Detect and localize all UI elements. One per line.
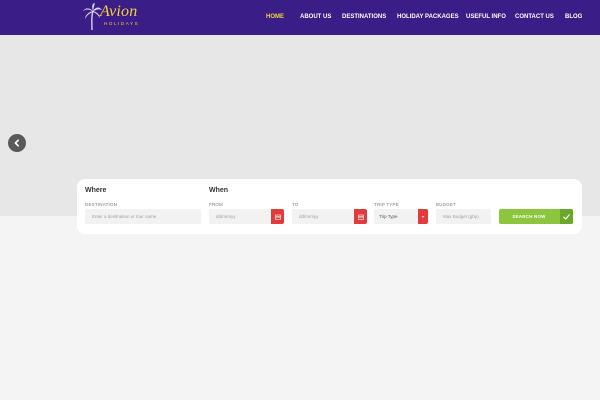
site-header: Avion HOLIDAYS HOME ABOUT US DESTINATION…: [0, 0, 600, 35]
budget-label: BUDGET: [436, 202, 456, 207]
where-title: Where: [85, 187, 107, 194]
chevron-left-icon: [14, 139, 19, 147]
destination-input[interactable]: Enter a destination or tour name: [85, 209, 201, 224]
palm-tree-icon: [83, 3, 102, 31]
caret-down-icon: [421, 215, 425, 218]
from-calendar-button[interactable]: [271, 209, 284, 224]
nav-useful-info[interactable]: USEFUL INFO: [466, 13, 506, 21]
nav-about-us[interactable]: ABOUT US: [300, 13, 331, 21]
calendar-icon: [357, 214, 364, 220]
nav-home[interactable]: HOME: [266, 13, 284, 21]
trip-type-select[interactable]: Trip Type: [374, 209, 428, 224]
trip-type-dropdown-button[interactable]: [418, 209, 428, 224]
trip-type-label: TRIP TYPE: [374, 202, 399, 207]
nav-destinations[interactable]: DESTINATIONS: [342, 13, 386, 21]
search-check-area: [560, 209, 573, 224]
brand-tagline: HOLIDAYS: [104, 21, 140, 26]
to-date-input[interactable]: dd/mm/yy: [292, 209, 367, 224]
calendar-icon: [274, 214, 281, 220]
trip-type-value: Trip Type: [379, 214, 398, 219]
nav-blog[interactable]: BLOG: [565, 13, 582, 21]
search-now-button[interactable]: SEARCH NOW: [499, 209, 573, 224]
destination-label: DESTINATION: [85, 202, 118, 207]
to-label: TO: [292, 202, 299, 207]
budget-input[interactable]: Max Budget (gbp): [436, 209, 491, 224]
brand-logo[interactable]: Avion HOLIDAYS: [82, 3, 154, 31]
from-label: FROM: [209, 202, 224, 207]
destination-placeholder: Enter a destination or tour name: [92, 214, 157, 219]
to-date-placeholder: dd/mm/yy: [299, 214, 319, 219]
nav-holiday-packages[interactable]: HOLIDAY PACKAGES: [397, 13, 459, 21]
budget-placeholder: Max Budget (gbp): [443, 214, 479, 219]
from-date-placeholder: dd/mm/yy: [216, 214, 236, 219]
when-title: When: [209, 187, 229, 194]
brand-name: Avion: [100, 3, 138, 20]
slider-prev-button[interactable]: [8, 134, 26, 152]
check-icon: [563, 213, 570, 220]
nav-contact-us[interactable]: CONTACT US: [515, 13, 554, 21]
search-form: Where When DESTINATION Enter a destinati…: [77, 179, 582, 234]
search-now-label: SEARCH NOW: [512, 214, 546, 219]
to-calendar-button[interactable]: [354, 209, 367, 224]
from-date-input[interactable]: dd/mm/yy: [209, 209, 284, 224]
